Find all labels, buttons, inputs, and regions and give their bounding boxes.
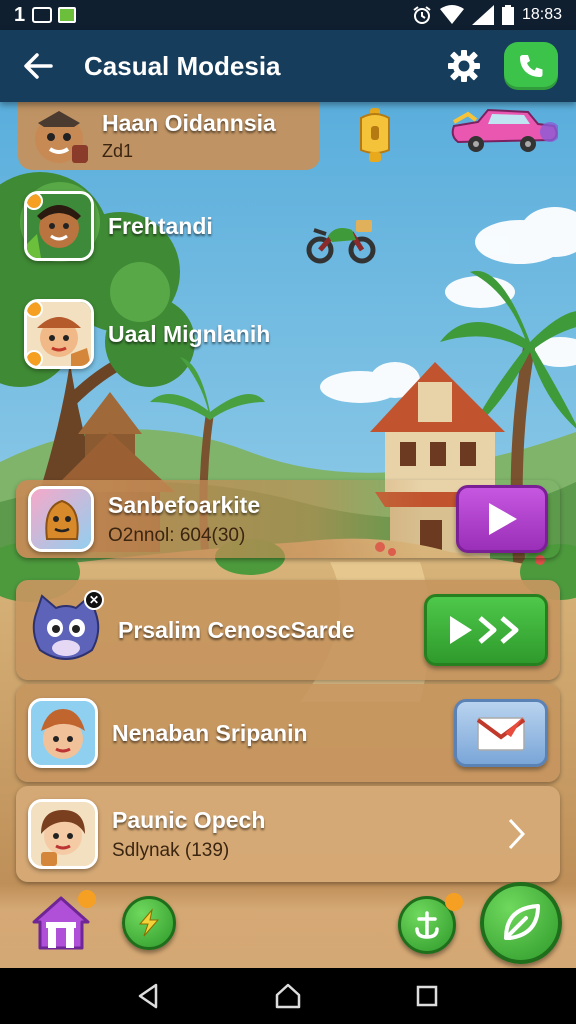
call-button[interactable] bbox=[504, 42, 558, 90]
leaf-button[interactable] bbox=[480, 882, 562, 964]
anchor-button[interactable] bbox=[398, 893, 463, 954]
contact-name: Haan Oidannsia bbox=[102, 110, 276, 136]
alarm-icon bbox=[413, 6, 431, 24]
status-bar: 1 18:83 bbox=[0, 0, 576, 30]
home-button[interactable] bbox=[30, 890, 96, 954]
page-title: Casual Modesia bbox=[84, 50, 281, 81]
contact-name: Uaal Mignlanih bbox=[108, 320, 271, 347]
hat-girl-avatar bbox=[24, 299, 94, 369]
nav-back-button[interactable] bbox=[129, 976, 169, 1016]
blob-avatar bbox=[28, 486, 94, 552]
play-icon bbox=[489, 503, 517, 535]
system-nav-bar bbox=[0, 968, 576, 1024]
chevron-right-icon[interactable] bbox=[502, 814, 532, 854]
fast-forward-icon bbox=[450, 616, 519, 644]
notification-dot bbox=[445, 893, 463, 911]
contact-status: Sdlynak (139) bbox=[112, 839, 230, 861]
mail-button[interactable] bbox=[454, 699, 548, 767]
contact-name: Sanbefoarkite bbox=[108, 491, 261, 518]
nav-home-icon bbox=[275, 983, 301, 1009]
boy-avatar bbox=[28, 698, 98, 768]
status-number: 1 bbox=[14, 3, 27, 26]
close-icon[interactable]: ✕ bbox=[84, 590, 104, 610]
fast-forward-button[interactable] bbox=[424, 594, 548, 666]
list-item[interactable]: Nenaban Sripanin bbox=[16, 684, 560, 782]
notification-dot bbox=[78, 890, 96, 908]
contact-name: Frehtandi bbox=[108, 212, 213, 239]
list-item[interactable]: Paunic Opech Sdlynak (139) bbox=[16, 786, 560, 882]
nav-recents-button[interactable] bbox=[407, 976, 447, 1016]
lightning-button[interactable] bbox=[122, 896, 176, 950]
cat-avatar: ✕ bbox=[28, 590, 104, 668]
signal-icon bbox=[471, 5, 494, 25]
gear-icon bbox=[448, 50, 480, 82]
arrow-left-icon bbox=[24, 53, 53, 79]
girl-avatar bbox=[28, 799, 98, 869]
app-notification-icon bbox=[58, 7, 77, 23]
leaf-icon bbox=[504, 904, 540, 940]
bear-avatar bbox=[28, 105, 90, 167]
list-item[interactable]: ✕ Prsalim CenoscSarde bbox=[16, 580, 560, 680]
pink-car-icon[interactable] bbox=[448, 106, 558, 156]
list-item[interactable]: Frehtandi bbox=[24, 188, 354, 264]
triangle-back-icon bbox=[139, 983, 158, 1009]
wifi-icon bbox=[439, 5, 464, 24]
anchor-icon bbox=[415, 911, 439, 939]
contact-name: Paunic Opech bbox=[112, 806, 266, 833]
contact-status: O2nnol: 604(30) bbox=[108, 524, 246, 546]
app-bar: Casual Modesia bbox=[0, 30, 576, 102]
list-item[interactable]: Haan Oidannsia Zd1 bbox=[18, 102, 320, 170]
battery-icon bbox=[501, 5, 514, 25]
game-scene: Haan Oidannsia Zd1 Frehtandi Uaal Mignla… bbox=[0, 102, 576, 968]
lightning-icon bbox=[138, 908, 160, 937]
bell-icon[interactable] bbox=[356, 108, 394, 166]
list-item[interactable]: Sanbefoarkite O2nnol: 604(30) bbox=[16, 480, 560, 558]
mail-icon bbox=[476, 717, 526, 751]
photo-notification-icon bbox=[32, 7, 53, 23]
square-recents-icon bbox=[416, 985, 437, 1007]
contact-name: Nenaban Sripanin bbox=[112, 719, 308, 746]
contact-name: Prsalim CenoscSarde bbox=[118, 616, 355, 643]
settings-button[interactable] bbox=[442, 44, 486, 88]
status-time: 18:83 bbox=[521, 6, 562, 23]
back-button[interactable] bbox=[18, 46, 58, 86]
nav-home-button[interactable] bbox=[268, 976, 308, 1016]
phone-icon bbox=[520, 55, 543, 77]
play-button[interactable] bbox=[456, 485, 548, 553]
contact-status: Zd1 bbox=[102, 141, 134, 161]
tribal-avatar bbox=[24, 191, 94, 261]
list-item[interactable]: Uaal Mignlanih bbox=[24, 296, 354, 372]
